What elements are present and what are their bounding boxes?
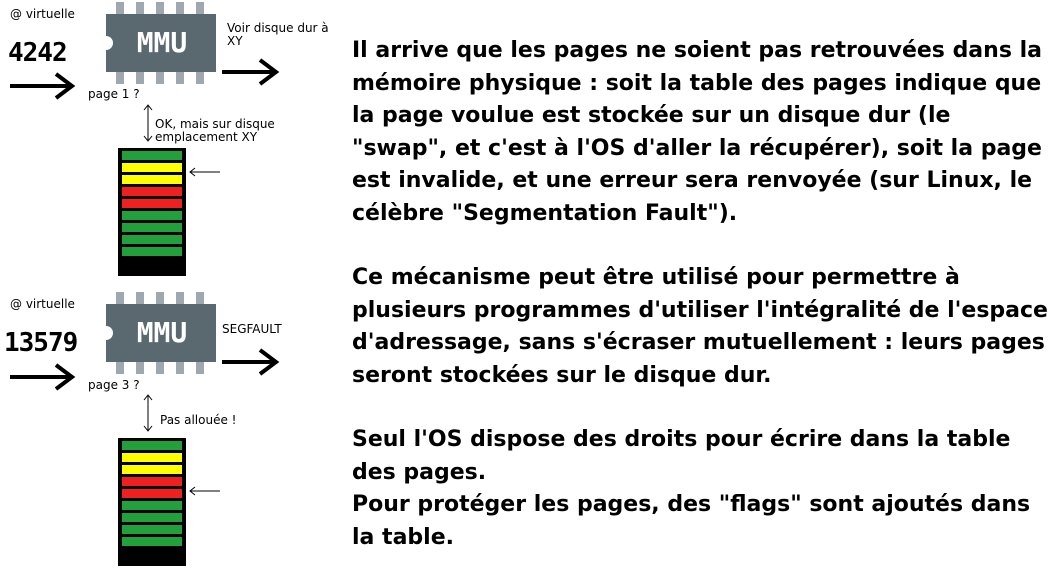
page-table-entry bbox=[122, 537, 182, 546]
paragraph-swap: Il arrive que les pages ne soient pas re… bbox=[352, 38, 1042, 226]
page-table-entry bbox=[122, 247, 182, 256]
virtual-address-value: 4242 bbox=[8, 38, 68, 68]
page-table-entry bbox=[122, 489, 182, 498]
page-table-entry bbox=[122, 441, 182, 450]
page-table-entry bbox=[122, 223, 182, 232]
result-label: Voir disque dur à XY bbox=[227, 21, 329, 48]
page-query-label: page 3 ? bbox=[88, 378, 140, 392]
virtual-address-value: 13579 bbox=[4, 328, 78, 358]
mmu-chip-label: MMU bbox=[136, 316, 188, 349]
page-table bbox=[118, 438, 186, 566]
paragraph-os-rights-line1: Seul l'OS dispose des droits pour écrire… bbox=[352, 427, 1011, 485]
page-table-entry bbox=[122, 199, 182, 208]
page-table-entry bbox=[122, 235, 182, 244]
paragraph-os-rights: Seul l'OS dispose des droits pour écrire… bbox=[352, 424, 1052, 554]
mmu-chip-label: MMU bbox=[136, 26, 188, 59]
virtual-address-label: @ virtuelle bbox=[10, 297, 75, 311]
bidirectional-arrow-icon bbox=[143, 104, 153, 142]
page-table-entry bbox=[122, 163, 182, 172]
explanation-text: Il arrive que les pages ne soient pas re… bbox=[352, 35, 1052, 554]
page-table-entry bbox=[122, 525, 182, 534]
page-table-entry bbox=[122, 187, 182, 196]
virtual-address-label: @ virtuelle bbox=[10, 7, 75, 21]
page-table-entry bbox=[122, 501, 182, 510]
page-answer-label: OK, mais sur disque emplacement XY bbox=[155, 117, 275, 144]
output-arrow-icon bbox=[222, 348, 280, 376]
page-table bbox=[118, 148, 186, 276]
page-query-label: page 1 ? bbox=[88, 87, 140, 101]
page-table-entry bbox=[122, 151, 182, 160]
page-table-entry bbox=[122, 477, 182, 486]
pointer-arrow-icon bbox=[189, 167, 220, 177]
page-table-entry bbox=[122, 513, 182, 522]
page-answer-label: Pas allouée ! bbox=[160, 413, 237, 427]
result-label: SEGFAULT bbox=[222, 322, 282, 336]
output-arrow-icon bbox=[222, 58, 280, 86]
page-table-entry bbox=[122, 453, 182, 462]
input-arrow-icon bbox=[10, 363, 76, 391]
page-table-entry bbox=[122, 465, 182, 474]
page-table-entry bbox=[122, 211, 182, 220]
input-arrow-icon bbox=[10, 72, 76, 100]
paragraph-os-rights-line2: Pour protéger les pages, des "flags" son… bbox=[352, 492, 1031, 550]
pointer-arrow-icon bbox=[189, 486, 220, 496]
page-table-entry bbox=[122, 175, 182, 184]
paragraph-address-space: Ce mécanisme peut être utilisé pour perm… bbox=[352, 265, 1048, 388]
bidirectional-arrow-icon bbox=[143, 394, 153, 432]
